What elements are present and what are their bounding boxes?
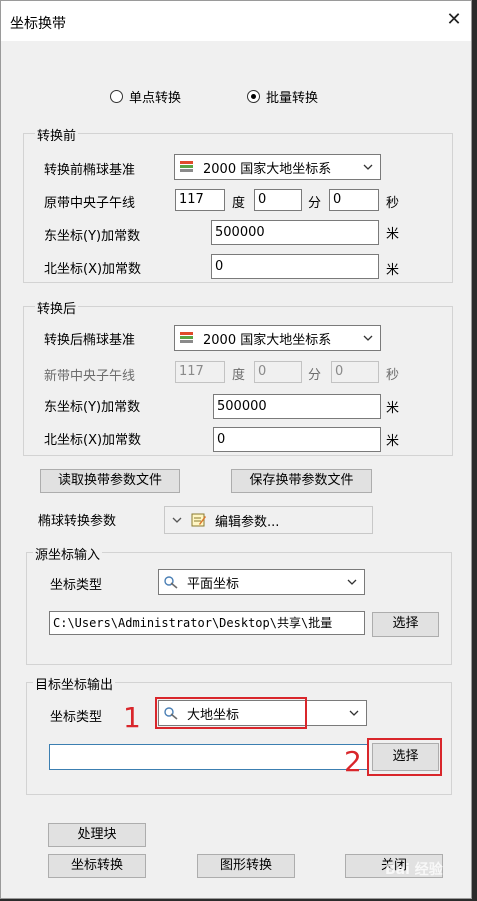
source-type-select[interactable]: 平面坐标 [158,569,365,595]
close-icon[interactable]: ✕ [441,7,467,33]
chevron-down-icon [349,710,359,716]
chevron-down-icon [347,579,357,585]
chevron-down-icon [363,164,373,170]
before-east-input[interactable]: 500000 [211,220,379,245]
target-path-input[interactable] [49,744,369,770]
radio-circle-icon [110,90,123,103]
after-meridian-min-input: 0 [254,361,302,383]
source-legend: 源坐标输入 [33,544,103,563]
before-meridian-deg-input[interactable]: 117 [175,189,225,211]
before-east-unit: 米 [386,227,400,242]
after-meridian-label: 新带中央子午线 [44,369,136,384]
after-deg-unit: 度 [232,368,246,383]
before-min-unit: 分 [308,196,322,211]
coordinate-zone-dialog: 坐标换带 ✕ 单点转换 批量转换 转换前 转换前椭球基准 2000 国家大地坐标… [0,0,472,899]
layers-icon [180,161,193,172]
ellipsoid-params-label: 椭球转换参数 [38,514,117,529]
after-sec-unit: 秒 [386,368,400,383]
chevron-down-icon [363,335,373,341]
before-ellipsoid-select[interactable]: 2000 国家大地坐标系 [174,154,381,180]
after-north-label: 北坐标(X)加常数 [44,433,142,448]
edit-icon [191,513,206,527]
after-ellipsoid-label: 转换后椭球基准 [44,333,136,348]
chevron-down-icon [172,517,182,523]
coordinate-icon [164,576,178,589]
after-north-unit: 米 [386,434,400,449]
annotation-number-1: 1 [123,701,141,734]
coordinate-convert-button[interactable]: 坐标转换 [48,854,146,878]
before-meridian-label: 原带中央子午线 [44,196,136,211]
target-type-label: 坐标类型 [50,710,103,725]
layers-icon [180,332,193,343]
source-type-label: 坐标类型 [50,578,103,593]
before-north-unit: 米 [386,263,400,278]
annotation-box-2 [367,738,442,776]
before-north-label: 北坐标(X)加常数 [44,262,142,277]
radio-batch[interactable]: 批量转换 [247,87,318,106]
after-ellipsoid-select[interactable]: 2000 国家大地坐标系 [174,325,381,351]
save-params-button[interactable]: 保存换带参数文件 [231,469,372,493]
after-legend: 转换后 [35,298,79,317]
radio-single-label: 单点转换 [129,91,182,106]
after-meridian-sec-input: 0 [331,361,379,383]
ellipsoid-params-select[interactable]: 编辑参数... [164,506,373,534]
before-meridian-sec-input[interactable]: 0 [329,189,379,211]
annotation-box-1 [155,697,307,729]
window-title: 坐标换带 [10,16,66,32]
before-meridian-min-input[interactable]: 0 [254,189,302,211]
before-east-label: 东坐标(Y)加常数 [44,229,141,244]
after-ellipsoid-value: 2000 国家大地坐标系 [203,332,332,348]
before-ellipsoid-value: 2000 国家大地坐标系 [203,161,332,177]
annotation-number-2: 2 [344,745,362,778]
target-legend: 目标坐标输出 [33,674,116,693]
radio-batch-label: 批量转换 [266,91,319,106]
read-params-button[interactable]: 读取换带参数文件 [40,469,180,493]
source-path-input[interactable]: C:\Users\Administrator\Desktop\共享\批量 [49,611,365,635]
before-sec-unit: 秒 [386,196,400,211]
watermark: Bai 经验 [385,862,443,878]
source-select-button[interactable]: 选择 [372,612,439,637]
before-north-input[interactable]: 0 [211,254,379,279]
ellipsoid-params-value: 编辑参数... [215,514,280,530]
process-block-button[interactable]: 处理块 [48,823,146,847]
radio-single-point[interactable]: 单点转换 [110,87,181,106]
after-east-label: 东坐标(Y)加常数 [44,400,141,415]
before-ellipsoid-label: 转换前椭球基准 [44,163,136,178]
before-deg-unit: 度 [232,196,246,211]
before-legend: 转换前 [35,125,79,144]
title-bar: 坐标换带 ✕ [1,1,471,41]
after-min-unit: 分 [308,368,322,383]
after-meridian-deg-input: 117 [175,361,225,383]
source-type-value: 平面坐标 [187,576,240,592]
radio-selected-icon [247,90,260,103]
after-east-input[interactable]: 500000 [213,394,381,419]
after-north-input[interactable]: 0 [213,427,381,452]
graphic-convert-button[interactable]: 图形转换 [197,854,295,878]
after-east-unit: 米 [386,401,400,416]
